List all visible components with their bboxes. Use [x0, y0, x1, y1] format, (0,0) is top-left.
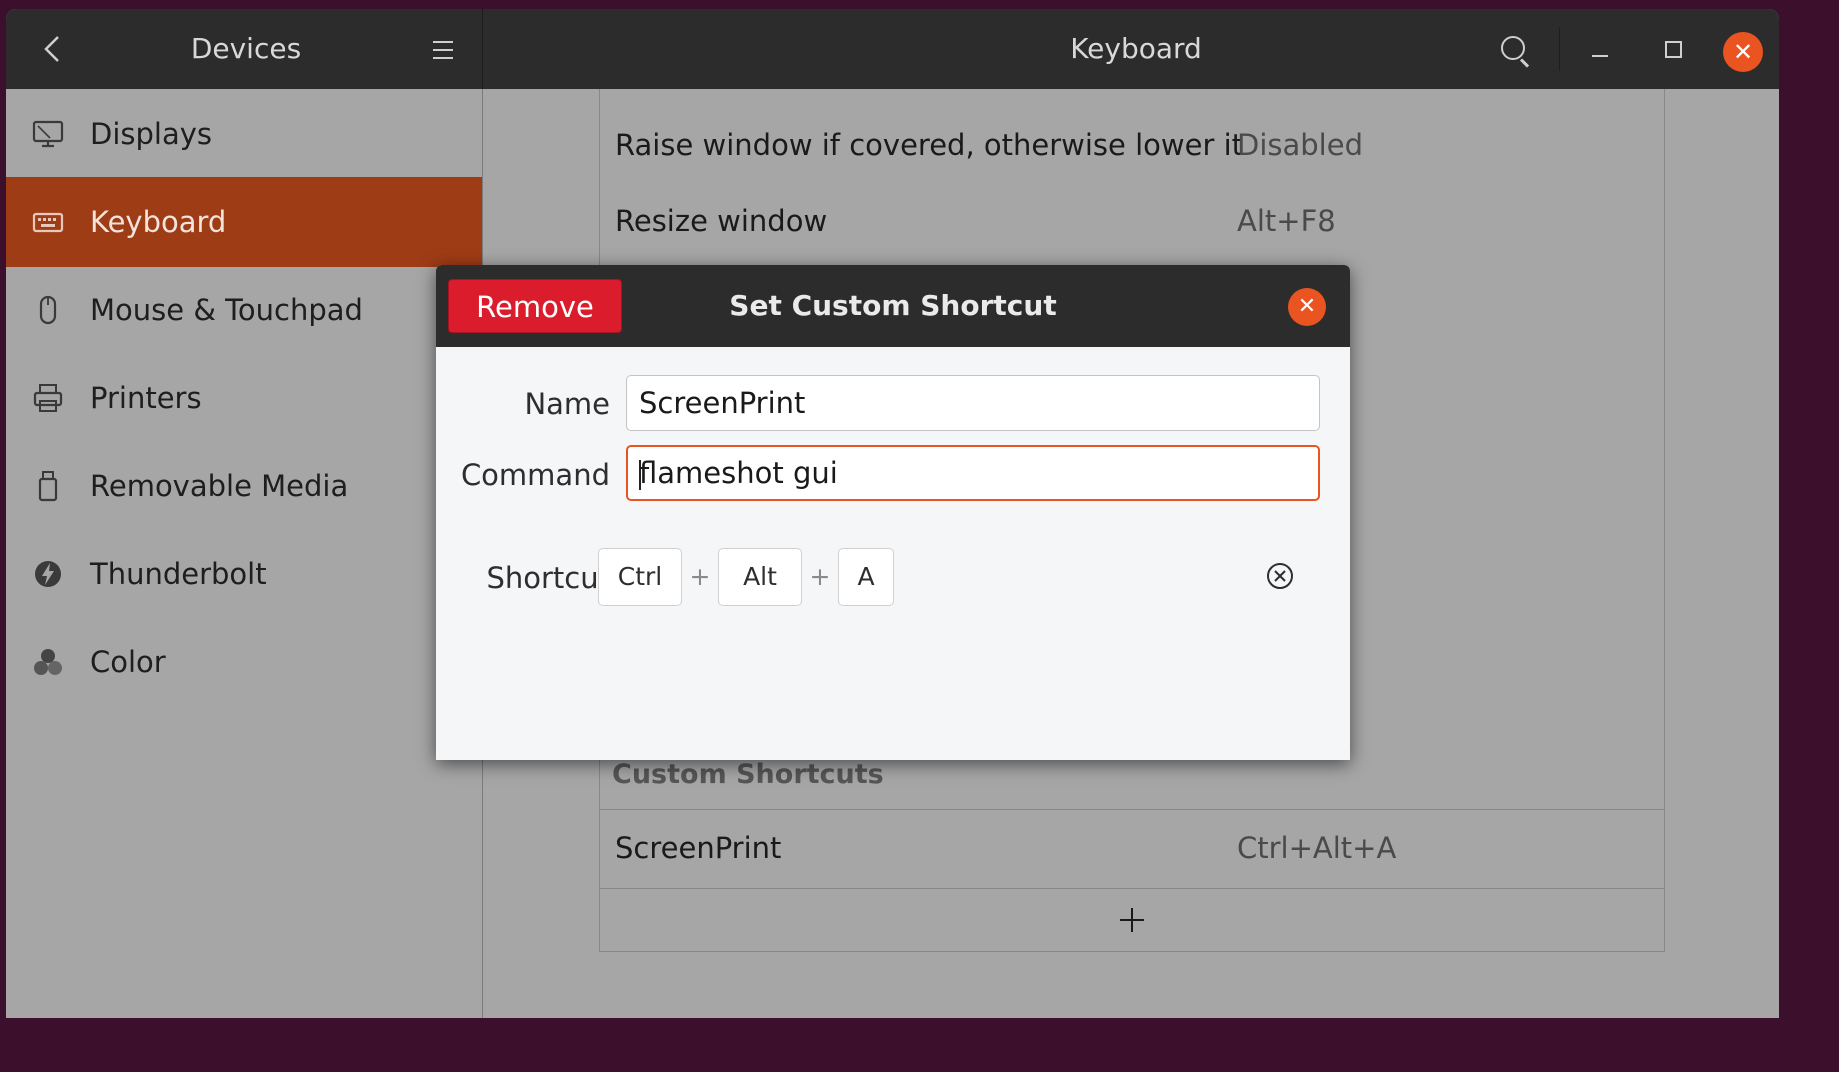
- sidebar: Displays Keyboard Mouse & Touchpad Print…: [6, 89, 483, 1018]
- sidebar-item-label: Thunderbolt: [90, 557, 267, 591]
- command-input-value: flameshot gui: [639, 456, 838, 490]
- removable-media-icon: [32, 470, 64, 502]
- shortcut-name: ScreenPrint: [615, 831, 782, 865]
- shortcut-row[interactable]: Resize window Alt+F8: [600, 183, 1664, 259]
- minimize-button[interactable]: [1576, 29, 1622, 69]
- back-button[interactable]: [30, 29, 76, 69]
- name-input-value: ScreenPrint: [639, 386, 806, 420]
- color-icon: [32, 646, 64, 678]
- sidebar-item-label: Removable Media: [90, 469, 349, 503]
- set-custom-shortcut-dialog: Remove Set Custom Shortcut ✕ Name Screen…: [436, 265, 1350, 760]
- minimize-icon: [1592, 55, 1608, 57]
- mouse-icon: [32, 294, 64, 326]
- sidebar-item-label: Color: [90, 645, 166, 679]
- name-input[interactable]: ScreenPrint: [626, 375, 1320, 431]
- shortcut-key: A: [838, 548, 894, 606]
- window-title: Keyboard: [1070, 32, 1202, 65]
- remove-button[interactable]: Remove: [448, 279, 622, 333]
- keyboard-icon: [32, 206, 64, 238]
- shortcut-key: Ctrl: [598, 548, 682, 606]
- printer-icon: [32, 382, 64, 414]
- sidebar-item-removable-media[interactable]: Removable Media: [6, 441, 482, 531]
- add-shortcut-button[interactable]: [600, 888, 1664, 951]
- sidebar-item-label: Printers: [90, 381, 202, 415]
- shortcut-name: Raise window if covered, otherwise lower…: [615, 128, 1244, 162]
- sidebar-header: Devices: [6, 9, 483, 89]
- dialog-header: Remove Set Custom Shortcut ✕: [436, 265, 1350, 347]
- panel-group-title: Devices: [190, 32, 302, 65]
- shortcut-label: Shortcut: [486, 561, 610, 595]
- clear-circle-icon: [1267, 563, 1293, 589]
- custom-shortcut-row[interactable]: ScreenPrint Ctrl+Alt+A: [600, 809, 1664, 889]
- command-input[interactable]: flameshot gui: [626, 445, 1320, 501]
- header-bar: Devices Keyboard ✕: [6, 9, 1779, 89]
- name-label: Name: [524, 387, 610, 421]
- sidebar-item-label: Mouse & Touchpad: [90, 293, 363, 327]
- sidebar-item-keyboard[interactable]: Keyboard: [6, 177, 482, 267]
- custom-shortcuts-heading: Custom Shortcuts: [612, 759, 884, 790]
- sidebar-item-printers[interactable]: Printers: [6, 353, 482, 443]
- shortcut-name: Resize window: [615, 204, 828, 238]
- maximize-button[interactable]: [1649, 29, 1695, 69]
- key-separator: +: [809, 562, 831, 591]
- close-window-button[interactable]: ✕: [1723, 32, 1763, 72]
- sidebar-item-color[interactable]: Color: [6, 617, 482, 707]
- command-label: Command: [460, 458, 610, 492]
- clear-shortcut-button[interactable]: [1265, 561, 1295, 591]
- close-dialog-button[interactable]: ✕: [1288, 288, 1326, 326]
- menu-button[interactable]: [420, 29, 466, 69]
- shortcut-accel: Disabled: [1237, 128, 1363, 162]
- sidebar-item-thunderbolt[interactable]: Thunderbolt: [6, 529, 482, 619]
- close-icon: ✕: [1297, 294, 1317, 319]
- maximize-icon: [1665, 41, 1682, 58]
- shortcut-accel: Alt+F8: [1237, 204, 1336, 238]
- back-arrow-icon: [44, 36, 59, 62]
- key-separator: +: [689, 562, 711, 591]
- sidebar-item-label: Keyboard: [90, 205, 227, 239]
- header-separator: [1559, 27, 1560, 71]
- thunderbolt-icon: [32, 558, 64, 590]
- shortcut-row[interactable]: Raise window if covered, otherwise lower…: [600, 107, 1664, 183]
- hamburger-icon: [420, 41, 466, 59]
- sidebar-item-displays[interactable]: Displays: [6, 89, 482, 179]
- dialog-title: Set Custom Shortcut: [729, 289, 1057, 322]
- shortcut-key: Alt: [718, 548, 802, 606]
- display-icon: [32, 118, 64, 150]
- shortcut-accel: Ctrl+Alt+A: [1237, 831, 1397, 865]
- plus-icon: [1120, 908, 1144, 932]
- sidebar-item-mouse-touchpad[interactable]: Mouse & Touchpad: [6, 265, 482, 355]
- sidebar-item-label: Displays: [90, 117, 213, 151]
- search-button[interactable]: [1491, 29, 1537, 69]
- close-icon: ✕: [1732, 38, 1754, 66]
